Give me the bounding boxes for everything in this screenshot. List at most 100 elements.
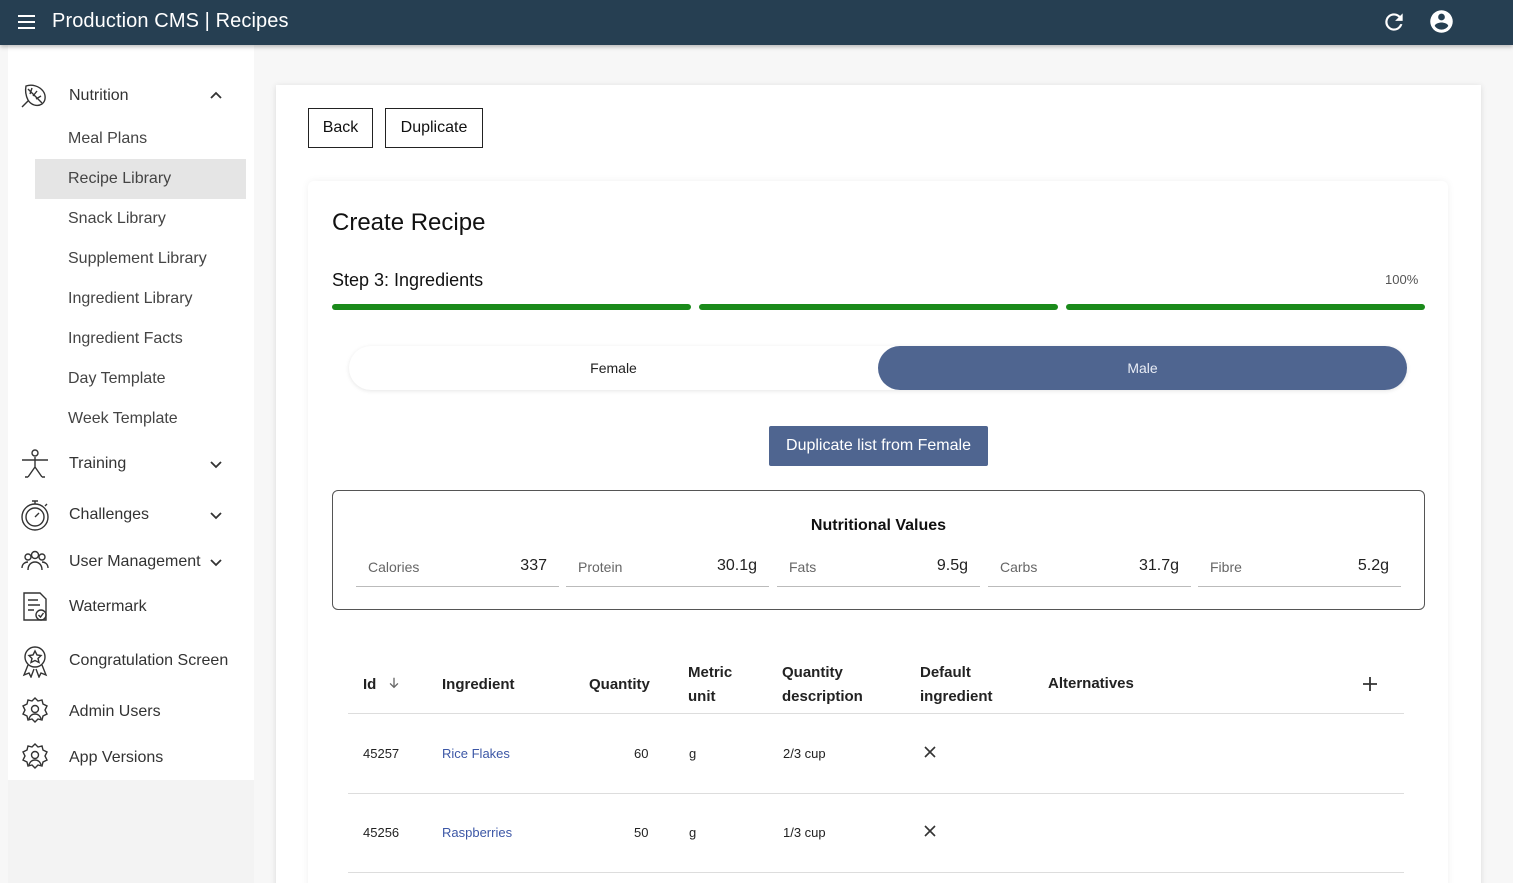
duplicate-list-button[interactable]: Duplicate list from Female: [769, 426, 988, 466]
column-header-default-ingredient: Default ingredient: [920, 661, 993, 709]
nutrition-label: Fibre: [1210, 559, 1242, 575]
sidebar-group-user-management[interactable]: User Management: [18, 542, 238, 582]
settings-gear-icon: [22, 743, 48, 769]
nutrition-label: Fats: [789, 559, 817, 575]
nutrition-value: 9.5g: [936, 557, 968, 574]
sidebar-item-label: Congratulation Screen: [69, 652, 229, 669]
cell-unit: g: [689, 746, 697, 761]
header-line: ingredient: [920, 688, 993, 705]
nutrition-icon: [21, 84, 46, 108]
sidebar-item-admin-users[interactable]: Admin Users: [18, 692, 238, 732]
table-row: 45257 Rice Flakes 60 g 2/3 cup: [348, 715, 1404, 794]
sidebar-item-week-template[interactable]: Week Template: [35, 399, 246, 439]
sidebar-item-app-versions[interactable]: App Versions: [18, 738, 238, 778]
nutrition-label: Calories: [368, 559, 420, 575]
header-line: Default: [920, 664, 971, 681]
nutrition-value: 30.1g: [716, 557, 757, 574]
progress-segment-1: [332, 304, 691, 310]
cell-id: 45256: [363, 825, 400, 840]
progress-segment-2: [699, 304, 1058, 310]
nutrition-field-protein: Protein 30.1g: [566, 549, 769, 587]
chevron-down-icon[interactable]: [208, 507, 224, 523]
sidebar-item-label: App Versions: [69, 749, 164, 766]
cell-quantity: 50: [634, 825, 649, 840]
menu-icon[interactable]: [15, 12, 39, 32]
sidebar-item-label: Ingredient Library: [68, 290, 193, 307]
nutritional-values-panel: Nutritional Values Calories 337 Protein …: [332, 490, 1425, 610]
account-icon[interactable]: [1428, 8, 1455, 35]
sidebar-item-recipe-library[interactable]: Recipe Library: [35, 159, 246, 199]
toggle-female[interactable]: Female: [349, 346, 878, 390]
document-check-icon: [23, 592, 47, 621]
sidebar-item-label: Ingredient Facts: [68, 330, 183, 347]
nutrition-field-calories: Calories 337: [356, 549, 559, 587]
nutrition-value: 31.7g: [1138, 557, 1179, 574]
sidebar-group-challenges[interactable]: Challenges: [18, 495, 238, 535]
sidebar-item-ingredient-facts[interactable]: Ingredient Facts: [35, 319, 246, 359]
back-button[interactable]: Back: [308, 108, 373, 148]
duplicate-button[interactable]: Duplicate: [385, 108, 483, 148]
page-title: Create Recipe: [332, 209, 486, 236]
sidebar-item-day-template[interactable]: Day Template: [35, 359, 246, 399]
sidebar-item-congratulation-screen[interactable]: Congratulation Screen: [18, 641, 238, 681]
chevron-down-icon[interactable]: [208, 554, 224, 570]
sidebar-group-label: Challenges: [69, 506, 150, 523]
column-header-ingredient: Ingredient: [442, 676, 515, 693]
header-line: description: [782, 688, 863, 705]
nutrition-field-fibre: Fibre 5.2g: [1198, 549, 1401, 587]
table-row: 45256 Raspberries 50 g 1/3 cup: [348, 794, 1404, 873]
column-header-metric-unit: Metric unit: [688, 661, 732, 709]
chevron-down-icon[interactable]: [208, 456, 224, 472]
chevron-up-icon[interactable]: [208, 88, 224, 104]
app-title: Production CMS | Recipes: [52, 10, 289, 32]
column-header-alternatives: Alternatives: [1048, 675, 1134, 692]
nutritional-values-title: Nutritional Values: [810, 517, 947, 534]
training-icon: [22, 449, 48, 478]
cell-ingredient-link[interactable]: Raspberries: [442, 825, 512, 840]
step-title: Step 3: Ingredients: [332, 270, 484, 290]
award-icon: [22, 646, 48, 678]
sidebar-item-label: Watermark: [69, 598, 147, 615]
column-header-id[interactable]: Id: [363, 673, 401, 697]
cell-unit: g: [689, 825, 697, 840]
sidebar-item-watermark[interactable]: Watermark: [18, 587, 238, 627]
close-icon[interactable]: [923, 745, 937, 759]
users-icon: [21, 550, 49, 571]
nutrition-label: Protein: [578, 559, 623, 575]
refresh-icon[interactable]: [1381, 9, 1407, 35]
top-app-bar: Production CMS | Recipes: [0, 0, 1513, 45]
sidebar-item-label: Supplement Library: [68, 250, 207, 267]
header-line: Metric: [688, 664, 733, 681]
nutrition-value: 5.2g: [1357, 557, 1389, 574]
sidebar-item-label: Admin Users: [69, 703, 161, 720]
sidebar-item-snack-library[interactable]: Snack Library: [35, 199, 246, 239]
sidebar-group-nutrition[interactable]: Nutrition: [18, 76, 238, 116]
nutrition-field-fats: Fats 9.5g: [777, 549, 980, 587]
sidebar-item-label: Week Template: [68, 410, 178, 427]
ingredients-table-header: Id Ingredient Quantity Metric unit Quant…: [348, 655, 1404, 714]
nutrition-label: Carbs: [1000, 559, 1038, 575]
sidebar-item-ingredient-library[interactable]: Ingredient Library: [35, 279, 246, 319]
admin-gear-icon: [22, 697, 48, 723]
sidebar-group-label: User Management: [69, 553, 201, 570]
cell-description: 2/3 cup: [783, 746, 826, 761]
add-ingredient-icon[interactable]: [1362, 676, 1378, 692]
sort-arrow-down-icon[interactable]: [387, 676, 401, 690]
toggle-male[interactable]: Male: [878, 346, 1407, 390]
sidebar-item-supplement-library[interactable]: Supplement Library: [35, 239, 246, 279]
cell-ingredient-link[interactable]: Rice Flakes: [442, 746, 510, 761]
cell-quantity: 60: [634, 746, 649, 761]
nutrition-value: 337: [520, 557, 547, 574]
sidebar-group-training[interactable]: Training: [18, 444, 238, 484]
progress-percent: 100%: [1385, 272, 1419, 287]
column-header-label: Id: [363, 676, 377, 693]
cell-description: 1/3 cup: [783, 825, 826, 840]
sidebar-item-label: Snack Library: [68, 210, 166, 227]
sidebar-group-label: Training: [69, 455, 127, 472]
stopwatch-icon: [21, 500, 49, 531]
sidebar-item-label: Meal Plans: [68, 130, 148, 147]
close-icon[interactable]: [923, 824, 937, 838]
sidebar-group-label: Nutrition: [69, 87, 129, 104]
column-header-quantity: Quantity: [589, 676, 650, 693]
sidebar-item-meal-plans[interactable]: Meal Plans: [35, 119, 246, 159]
